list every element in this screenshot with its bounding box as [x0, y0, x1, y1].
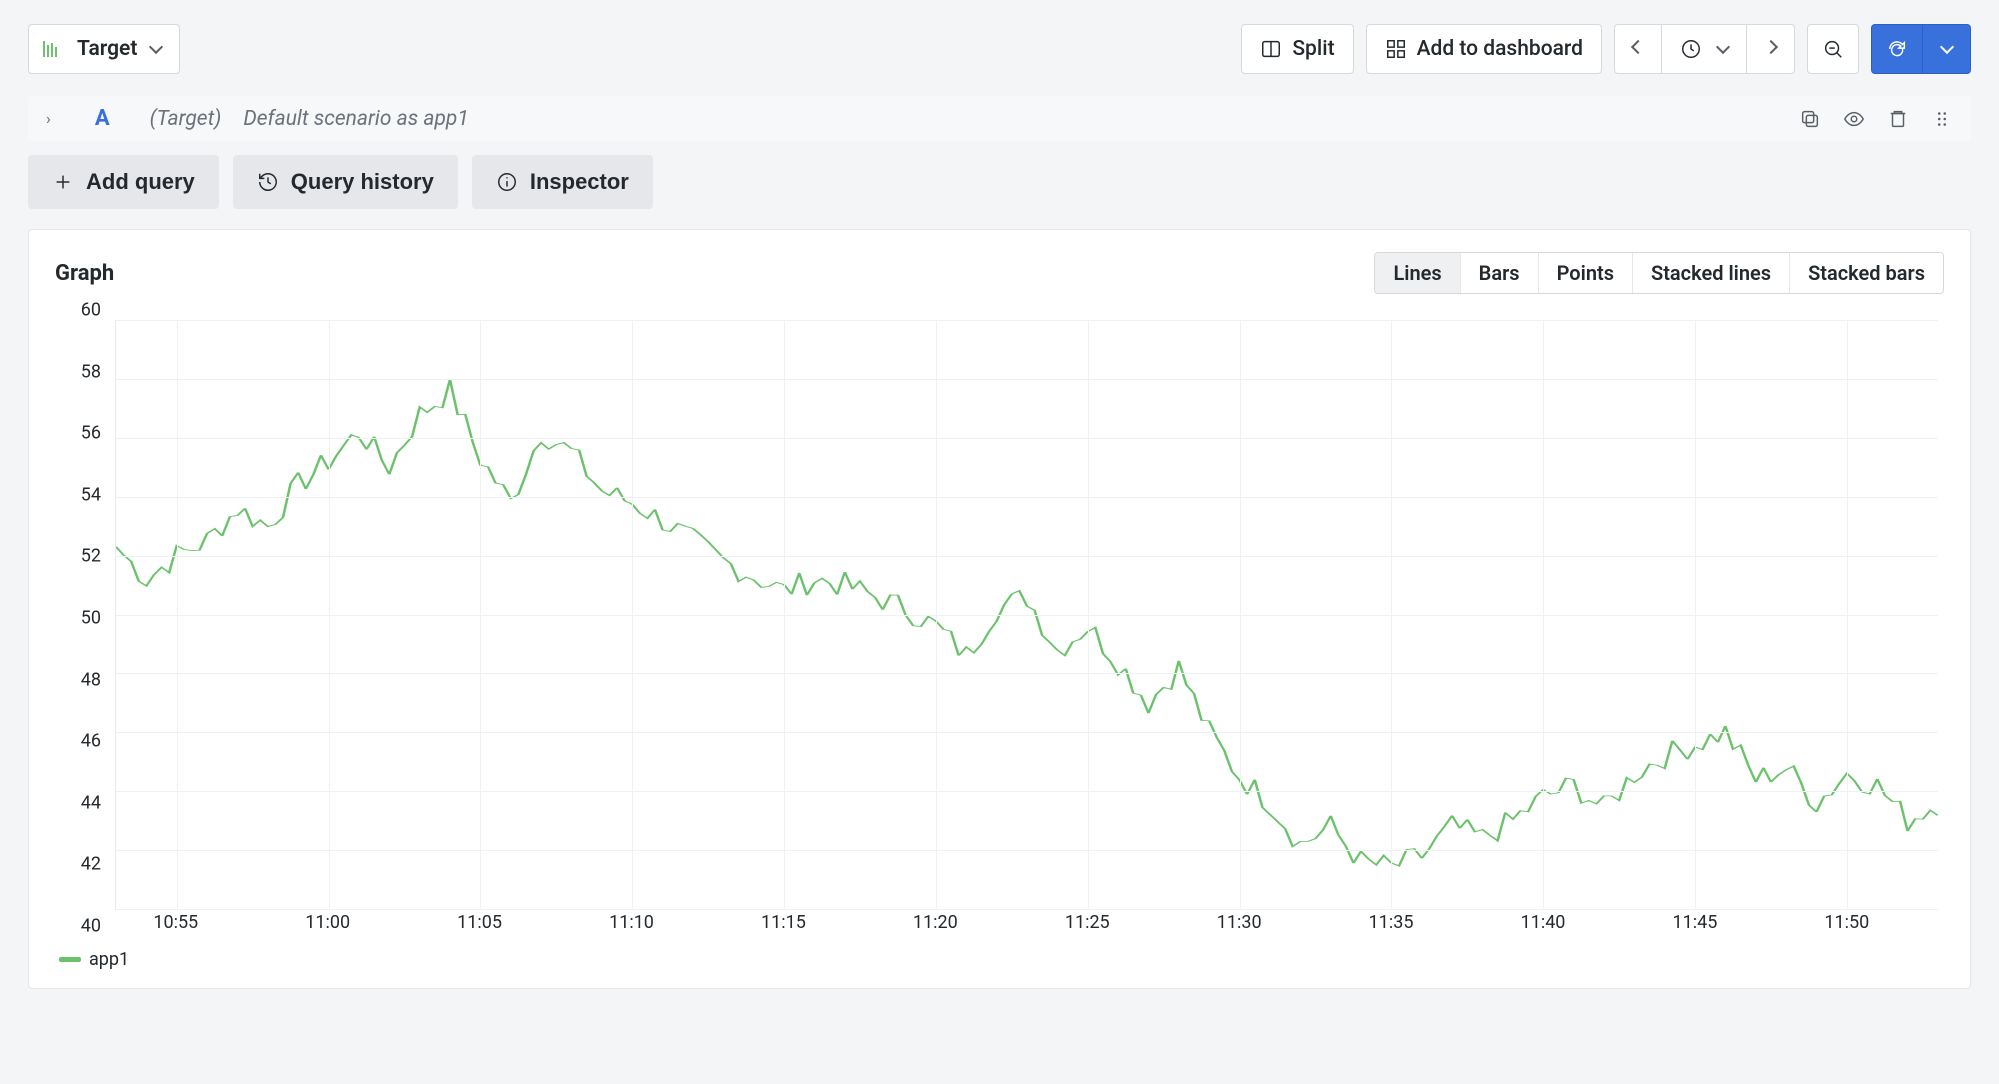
query-source: (Target) [150, 107, 222, 131]
x-tick: 11:45 [1673, 912, 1718, 933]
run-query-button[interactable] [1871, 24, 1923, 74]
dashboard-icon [1385, 38, 1407, 60]
chevron-down-icon [149, 40, 163, 54]
inspector-label: Inspector [530, 169, 629, 195]
vis-option-points[interactable]: Points [1538, 253, 1632, 293]
legend-label[interactable]: app1 [89, 949, 129, 970]
chevron-down-icon [1939, 40, 1953, 54]
query-actions: Add query Query history Inspector [28, 155, 1971, 209]
vis-option-stacked-lines[interactable]: Stacked lines [1632, 253, 1789, 293]
x-tick: 11:20 [913, 912, 958, 933]
history-icon [257, 171, 279, 193]
add-query-label: Add query [86, 169, 195, 195]
x-tick: 11:00 [305, 912, 350, 933]
query-history-label: Query history [291, 169, 434, 195]
y-tick: 50 [81, 608, 101, 629]
split-button[interactable]: Split [1241, 24, 1353, 74]
y-tick: 58 [81, 361, 101, 382]
chart-area: 4042444648505254565860 10:5511:0011:0511… [55, 310, 1944, 970]
chevron-down-icon [1716, 40, 1730, 54]
datasource-icon [43, 41, 63, 57]
query-id[interactable]: A [73, 106, 128, 131]
plus-icon [52, 171, 74, 193]
y-tick: 42 [81, 854, 101, 875]
add-query-button[interactable]: Add query [28, 155, 219, 209]
clock-icon [1680, 38, 1702, 60]
toggle-visibility-button[interactable] [1843, 108, 1865, 130]
plot-region[interactable] [115, 320, 1938, 910]
chevron-right-icon [1763, 40, 1777, 54]
delete-query-button[interactable] [1887, 108, 1909, 130]
legend: app1 [59, 949, 129, 970]
y-tick: 40 [81, 916, 101, 937]
panel-header: Graph Lines Bars Points Stacked lines St… [55, 252, 1944, 294]
time-forward-button[interactable] [1747, 24, 1795, 74]
query-description: Default scenario as app1 [243, 107, 468, 131]
inspector-button[interactable]: Inspector [472, 155, 653, 209]
query-collapse-toggle[interactable]: › [46, 109, 51, 128]
duplicate-query-button[interactable] [1799, 108, 1821, 130]
x-tick: 11:25 [1065, 912, 1110, 933]
time-picker-button[interactable] [1662, 24, 1747, 74]
vis-option-bars[interactable]: Bars [1460, 253, 1538, 293]
time-range-group [1614, 24, 1795, 74]
split-label: Split [1292, 37, 1334, 61]
split-icon [1260, 38, 1282, 60]
datasource-picker[interactable]: Target [28, 24, 180, 74]
vis-option-lines[interactable]: Lines [1375, 253, 1459, 293]
x-tick: 11:15 [761, 912, 806, 933]
x-tick: 11:40 [1521, 912, 1566, 933]
y-tick: 54 [81, 484, 101, 505]
drag-handle[interactable] [1931, 108, 1953, 130]
run-interval-button[interactable] [1923, 24, 1971, 74]
panel-title: Graph [55, 261, 114, 286]
visualization-switch: Lines Bars Points Stacked lines Stacked … [1374, 252, 1944, 294]
x-tick: 11:50 [1824, 912, 1869, 933]
x-tick: 11:35 [1369, 912, 1414, 933]
y-tick: 60 [81, 300, 101, 321]
add-to-dashboard-button[interactable]: Add to dashboard [1366, 24, 1602, 74]
top-toolbar: Target Split Add to dashboard [0, 0, 1999, 88]
graph-panel: Graph Lines Bars Points Stacked lines St… [28, 229, 1971, 989]
y-tick: 52 [81, 546, 101, 567]
add-to-dashboard-label: Add to dashboard [1417, 37, 1583, 61]
legend-swatch [59, 957, 81, 962]
zoom-out-button[interactable] [1807, 24, 1859, 74]
run-group [1871, 24, 1971, 74]
y-tick: 46 [81, 731, 101, 752]
x-tick: 10:55 [153, 912, 198, 933]
datasource-label: Target [77, 37, 137, 61]
x-tick: 11:10 [609, 912, 654, 933]
time-back-button[interactable] [1614, 24, 1662, 74]
refresh-icon [1886, 38, 1908, 60]
x-tick: 11:30 [1217, 912, 1262, 933]
x-axis: 10:55 11:00 11:05 11:10 11:15 11:20 11:25 11:30… [115, 912, 1938, 940]
x-tick: 11:05 [457, 912, 502, 933]
chevron-left-icon [1631, 40, 1645, 54]
zoom-out-icon [1822, 38, 1844, 60]
query-row: › A (Target) Default scenario as app1 [28, 96, 1971, 141]
vis-option-stacked-bars[interactable]: Stacked bars [1789, 253, 1943, 293]
info-icon [496, 171, 518, 193]
y-tick: 56 [81, 423, 101, 444]
y-axis: 4042444648505254565860 [55, 310, 107, 926]
y-tick: 44 [81, 792, 101, 813]
y-tick: 48 [81, 669, 101, 690]
query-history-button[interactable]: Query history [233, 155, 458, 209]
